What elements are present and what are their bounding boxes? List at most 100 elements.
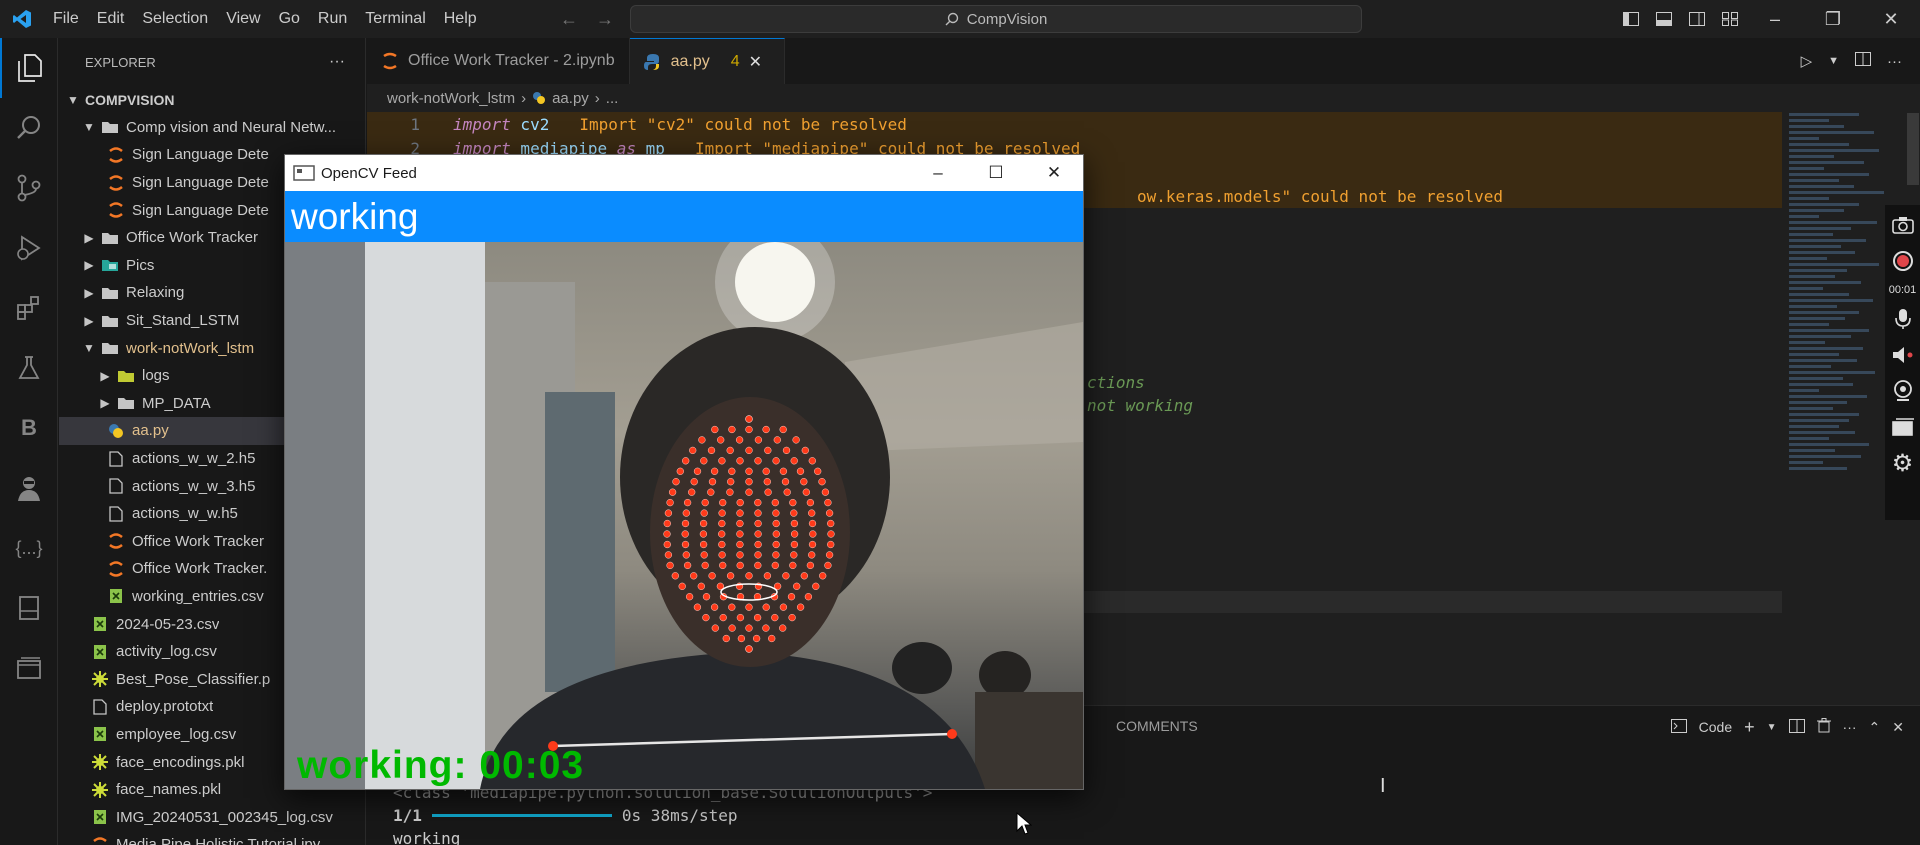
tree-item-label: face_encodings.pkl (116, 753, 245, 771)
system-audio-icon[interactable] (1888, 341, 1918, 369)
b-extension-icon[interactable]: B (0, 398, 58, 458)
opencv-feed-window[interactable]: OpenCV Feed – ☐ ✕ working working: 00:03 (284, 154, 1084, 790)
menu-run[interactable]: Run (309, 0, 356, 38)
chevron-right-icon: ▶ (84, 258, 94, 273)
notebook-icon[interactable] (0, 578, 58, 638)
menu-help[interactable]: Help (435, 0, 486, 38)
json-braces-icon[interactable]: {...} (0, 518, 58, 578)
new-terminal-plus-icon[interactable]: + (1744, 717, 1755, 738)
breadcrumb-file[interactable]: aa.py (552, 90, 589, 107)
menu-selection[interactable]: Selection (133, 0, 217, 38)
chevron-right-icon: ▶ (100, 396, 110, 411)
panel-actions: Code + ▼ ··· ⌃ ✕ (1670, 706, 1920, 748)
tree-file[interactable]: Media Pipe Holistic Tutorial.ipy (59, 831, 365, 845)
trash-icon[interactable] (1816, 718, 1831, 736)
split-editor-icon[interactable] (1855, 52, 1871, 70)
opencv-maximize-icon[interactable]: ☐ (967, 155, 1025, 191)
terminal-output[interactable]: <class 'mediapipe.python.solution_base.S… (393, 781, 932, 845)
source-control-icon[interactable] (0, 158, 58, 218)
terminal-name[interactable]: Code (1699, 719, 1732, 735)
more-actions-icon[interactable]: ··· (329, 53, 345, 71)
tab-label: aa.py (670, 52, 710, 70)
tree-folder[interactable]: ▼ Comp vision and Neural Netw... (59, 114, 365, 142)
minimap-line (1789, 341, 1825, 344)
minimap-line (1789, 275, 1835, 278)
command-center-search[interactable]: CompVision (630, 5, 1362, 33)
toggle-panel-icon[interactable] (1647, 0, 1680, 38)
minimap-line (1789, 299, 1873, 302)
more-actions-icon[interactable]: ··· (1843, 719, 1857, 735)
close-panel-icon[interactable]: ✕ (1892, 719, 1904, 736)
minimize-window-icon[interactable]: – (1746, 0, 1804, 38)
run-python-file-icon[interactable]: ▷ (1801, 52, 1813, 70)
title-actions: – ❐ ✕ (1614, 0, 1920, 38)
menu-edit[interactable]: Edit (88, 0, 134, 38)
search-view-icon[interactable] (0, 98, 58, 158)
more-actions-icon[interactable]: ··· (1887, 53, 1902, 70)
toggle-secondary-sidebar-icon[interactable] (1680, 0, 1713, 38)
remote-windows-icon[interactable] (0, 638, 58, 698)
forward-arrow-icon[interactable]: → (596, 9, 614, 30)
webcam-icon[interactable] (1888, 377, 1918, 405)
opencv-window-titlebar[interactable]: OpenCV Feed – ☐ ✕ (285, 155, 1083, 191)
tab-aa-py[interactable]: aa.py 4 ✕ (629, 38, 785, 84)
minimap[interactable] (1789, 113, 1899, 473)
testing-flask-icon[interactable] (0, 338, 58, 398)
minimap-slider[interactable] (1907, 113, 1919, 185)
run-and-debug-icon[interactable] (0, 218, 58, 278)
tab-office-work-tracker[interactable]: Office Work Tracker - 2.ipynb (367, 38, 630, 84)
folder-icon (101, 339, 119, 357)
back-arrow-icon[interactable]: ← (560, 9, 578, 30)
breadcrumb-symbol[interactable]: ... (606, 90, 619, 107)
menu-go[interactable]: Go (270, 0, 309, 38)
breadcrumb: work-notWork_lstm › aa.py › ... (387, 84, 618, 112)
tree-item-label: Sign Language Dete (132, 201, 269, 219)
opencv-minimize-icon[interactable]: – (909, 155, 967, 191)
problems-count-badge: 4 (730, 52, 740, 70)
terminal-icon (1670, 718, 1687, 736)
accounts-person-icon[interactable] (0, 458, 58, 518)
tab-comments[interactable]: COMMENTS (1116, 718, 1198, 734)
code-comment: ctions (1087, 373, 1145, 392)
close-tab-icon[interactable]: ✕ (749, 52, 762, 72)
recorder-settings-gear-icon[interactable]: ⚙ (1888, 449, 1918, 477)
record-stop-icon[interactable] (1888, 247, 1918, 275)
python-file-icon (107, 422, 125, 440)
menu-view[interactable]: View (217, 0, 269, 38)
screen-region-icon[interactable] (1888, 413, 1918, 441)
minimap-line (1789, 227, 1851, 230)
breadcrumb-folder[interactable]: work-notWork_lstm (387, 90, 515, 107)
tree-item-label: working_entries.csv (132, 587, 264, 605)
folder-icon (101, 118, 119, 136)
jupyter-notebook-icon (107, 146, 125, 164)
maximize-panel-icon[interactable]: ⌃ (1869, 719, 1881, 736)
chevron-down-icon[interactable]: ▼ (1828, 55, 1839, 67)
tree-file[interactable]: IMG_20240531_002345_log.csv (59, 803, 365, 831)
extensions-icon[interactable] (0, 278, 58, 338)
tree-item-label: actions_w_w_2.h5 (132, 450, 256, 468)
folder-icon (101, 284, 119, 302)
csv-file-icon (107, 587, 125, 605)
menu-terminal[interactable]: Terminal (356, 0, 434, 38)
screenshot-camera-icon[interactable] (1888, 211, 1918, 239)
python-icon (533, 92, 546, 104)
minimap-line (1789, 245, 1841, 248)
minimap-line (1789, 305, 1837, 308)
customize-layout-icon[interactable] (1713, 0, 1746, 38)
opencv-close-icon[interactable]: ✕ (1025, 155, 1083, 191)
toggle-primary-sidebar-icon[interactable] (1614, 0, 1647, 38)
explorer-icon[interactable] (0, 38, 58, 98)
images-folder-icon (101, 256, 119, 274)
close-window-icon[interactable]: ✕ (1862, 0, 1920, 38)
chevron-right-icon: ▶ (84, 230, 94, 245)
chevron-down-icon[interactable]: ▼ (1767, 722, 1777, 733)
progress-step: 1/1 (393, 806, 422, 825)
workspace-root[interactable]: ▼ COMPVISION (59, 86, 365, 114)
inline-diagnostic: Import "cv2" could not be resolved (579, 114, 907, 134)
csv-file-icon (91, 643, 109, 661)
code-line: 1 import cv2 Import "cv2" could not be r… (367, 112, 1782, 136)
split-terminal-icon[interactable] (1788, 718, 1805, 736)
restore-window-icon[interactable]: ❐ (1804, 0, 1862, 38)
menu-file[interactable]: File (44, 0, 88, 38)
microphone-icon[interactable] (1888, 305, 1918, 333)
